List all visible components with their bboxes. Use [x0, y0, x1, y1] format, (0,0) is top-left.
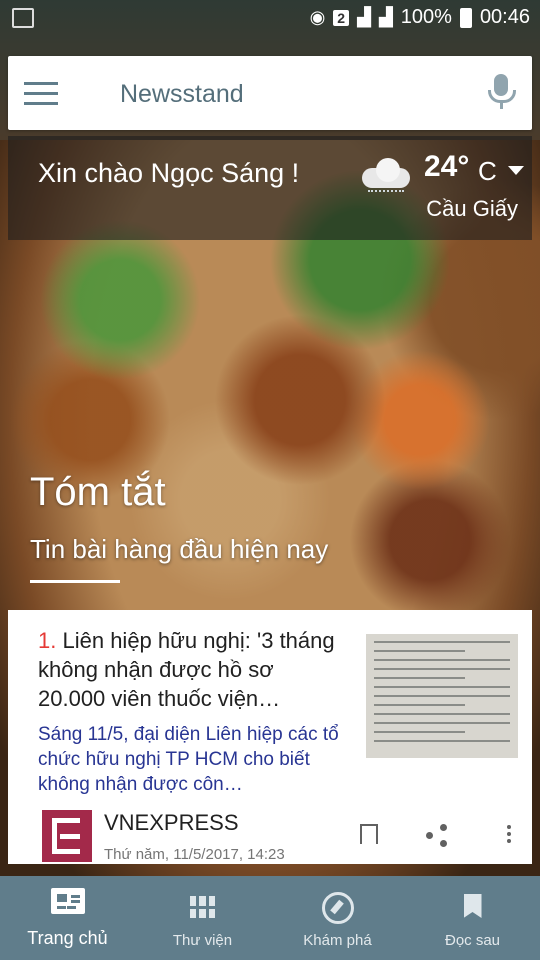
- temperature-unit: C: [478, 156, 497, 186]
- sim-indicator: 2: [333, 9, 350, 26]
- temperature: 24°: [424, 150, 470, 183]
- share-icon[interactable]: [424, 822, 450, 848]
- article-title[interactable]: 1. Liên hiệp hữu nghị: '3 tháng không nh…: [38, 626, 344, 713]
- more-options-icon[interactable]: [496, 822, 522, 848]
- source-logo[interactable]: [42, 810, 92, 862]
- battery-percent: 100%: [400, 6, 452, 28]
- section-subtitle: Tin bài hàng đầu hiện nay: [30, 534, 329, 564]
- rain-cloud-icon: [358, 158, 414, 194]
- chevron-down-icon[interactable]: [508, 166, 524, 175]
- article-number: 1.: [38, 628, 57, 653]
- search-title[interactable]: Newsstand: [120, 80, 244, 109]
- status-bar: ◉ 2 ▟ ▟ 100% 00:46: [0, 0, 540, 36]
- nav-read-later[interactable]: Đọc sau: [405, 876, 540, 960]
- signal-icon-2: ▟: [378, 7, 393, 27]
- search-bar[interactable]: Newsstand: [8, 56, 532, 130]
- greeting-panel: Xin chào Ngọc Sáng ! 24° C Cầu Giấy: [8, 136, 532, 240]
- section-divider: [30, 580, 120, 583]
- microphone-icon[interactable]: [488, 74, 516, 112]
- bookmark-icon: [463, 894, 482, 918]
- nav-label: Trang chủ: [27, 928, 108, 948]
- battery-icon: [459, 7, 472, 28]
- article-title-text: Liên hiệp hữu nghị: '3 tháng không nhận …: [38, 628, 335, 711]
- clock: 00:46: [479, 6, 530, 28]
- nav-label: Khám phá: [303, 932, 372, 949]
- location-label: Cầu Giấy: [426, 196, 518, 221]
- menu-icon[interactable]: [24, 82, 58, 106]
- nav-library[interactable]: Thư viện: [135, 876, 270, 960]
- article-description[interactable]: Sáng 11/5, đại diện Liên hiệp các tổ chứ…: [38, 722, 344, 797]
- nav-home[interactable]: Trang chủ: [0, 876, 135, 960]
- greeting-text: Xin chào Ngọc Sáng !: [38, 158, 300, 188]
- article-card[interactable]: 1. Liên hiệp hữu nghị: '3 tháng không nh…: [8, 610, 532, 864]
- grid-icon: [189, 896, 216, 918]
- signal-icon: ▟: [357, 7, 371, 27]
- nav-explore[interactable]: Khám phá: [270, 876, 405, 960]
- article-thumbnail[interactable]: [366, 634, 518, 758]
- bottom-navigation: Trang chủ Thư viện Khám phá Đọc sau: [0, 876, 540, 960]
- home-news-icon: [50, 888, 85, 914]
- wifi-icon: ◉: [309, 7, 326, 27]
- gallery-notification-icon: [12, 8, 34, 28]
- bookmark-icon[interactable]: [356, 822, 382, 848]
- article-date: Thứ năm, 11/5/2017, 14:23: [104, 846, 285, 863]
- nav-label: Đọc sau: [444, 932, 501, 949]
- compass-icon: [321, 892, 354, 924]
- nav-label: Thư viện: [172, 932, 233, 949]
- source-name[interactable]: VNEXPRESS: [104, 810, 239, 836]
- section-title: Tóm tắt: [30, 470, 166, 514]
